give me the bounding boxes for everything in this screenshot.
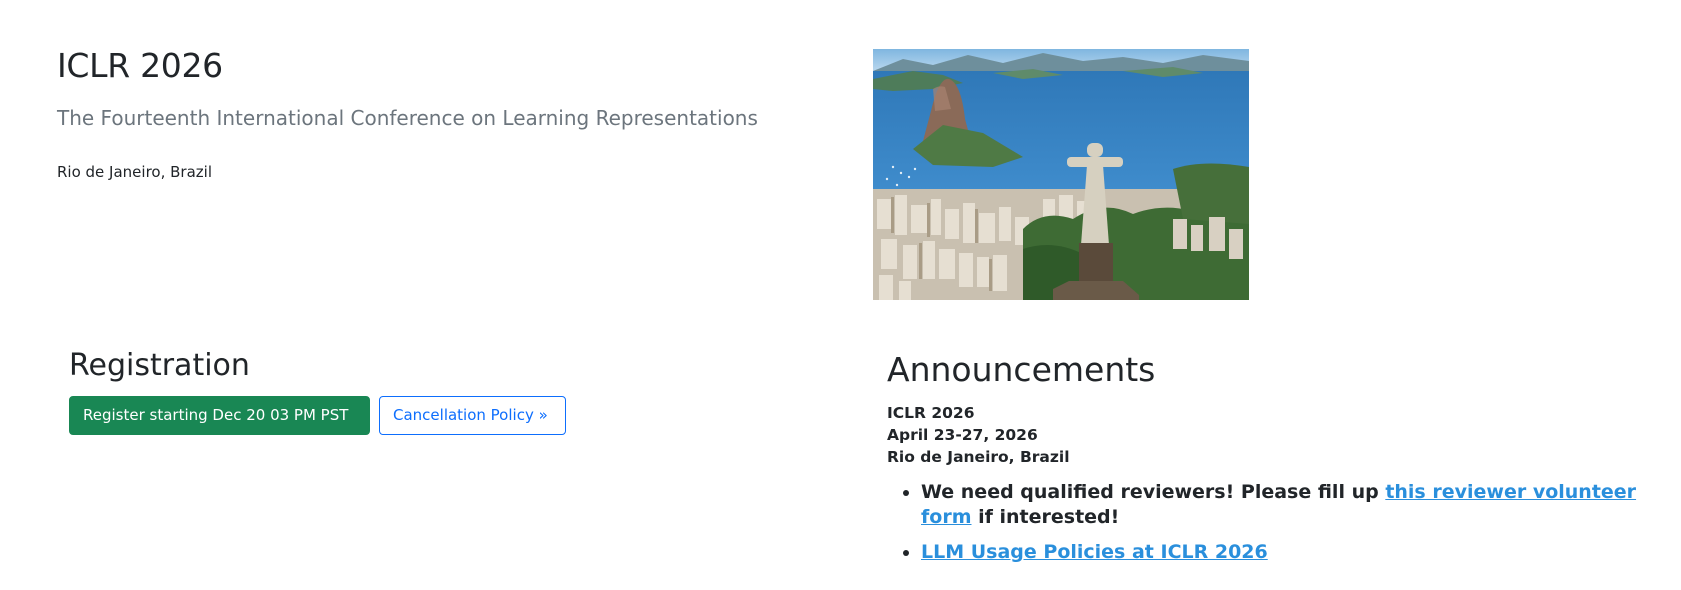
hero-image [873, 49, 1249, 300]
list-item-text: if interested! [971, 506, 1120, 528]
announcement-list: We need qualified reviewers! Please fill… [887, 480, 1667, 575]
list-item-text: We need qualified reviewers! Please fill… [921, 481, 1386, 503]
register-button[interactable]: Register starting Dec 20 03 PM PST [69, 396, 370, 435]
conference-title: ICLR 2026 [57, 46, 223, 85]
list-item: We need qualified reviewers! Please fill… [921, 480, 1667, 530]
list-item: LLM Usage Policies at ICLR 2026 [921, 540, 1667, 565]
announcement-info: ICLR 2026 April 23-27, 2026 Rio de Janei… [887, 402, 1070, 468]
llm-usage-policies-link[interactable]: LLM Usage Policies at ICLR 2026 [921, 541, 1268, 563]
rio-photo-illustration [873, 49, 1249, 300]
registration-heading: Registration [69, 348, 250, 383]
announcement-dates: April 23-27, 2026 [887, 426, 1038, 444]
announcement-location: Rio de Janeiro, Brazil [887, 448, 1070, 466]
conference-location: Rio de Janeiro, Brazil [57, 163, 212, 181]
conference-subtitle: The Fourteenth International Conference … [57, 106, 758, 130]
announcements-heading: Announcements [887, 350, 1156, 389]
cancellation-policy-button[interactable]: Cancellation Policy » [379, 396, 566, 435]
announcement-conference: ICLR 2026 [887, 404, 975, 422]
